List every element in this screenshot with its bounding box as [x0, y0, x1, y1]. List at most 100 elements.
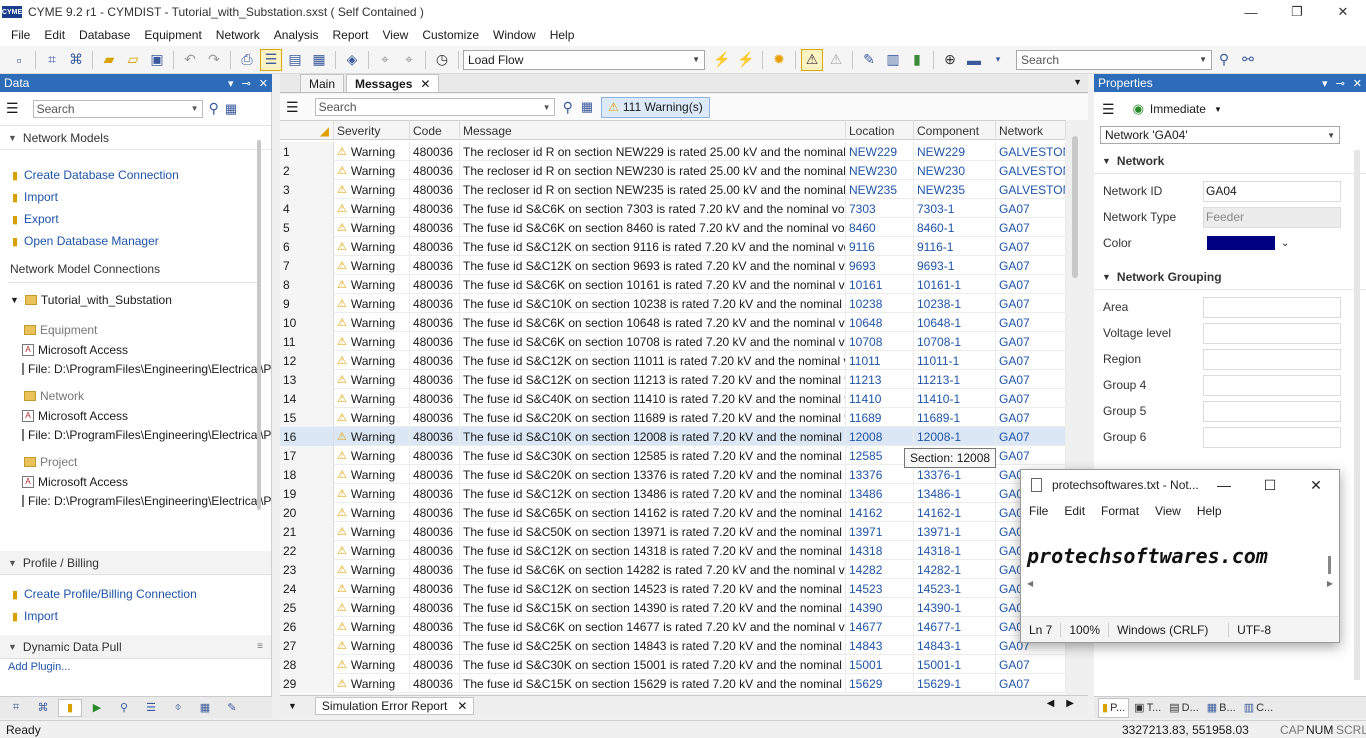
table-row[interactable]: 3 ⚠ Warning 480036 The recloser id R on sect…: [280, 180, 1066, 199]
table-row[interactable]: 25 ⚠ Warning 480036 The fuse id S&C15K on se…: [280, 598, 1066, 617]
data-search-input[interactable]: Search ▼: [32, 99, 203, 118]
table-row[interactable]: 15 ⚠ Warning 480036 The fuse id S&C20K on se…: [280, 408, 1066, 427]
menu-database[interactable]: Database: [72, 24, 137, 46]
cell-component[interactable]: 14390-1: [914, 598, 996, 617]
cell-location[interactable]: NEW229: [846, 142, 914, 161]
tool-a-icon[interactable]: ⌖: [374, 49, 396, 71]
panel-close-icon[interactable]: ✕: [1353, 77, 1362, 90]
scroll-left-icon[interactable]: ◀: [1047, 698, 1055, 709]
table-row[interactable]: 6 ⚠ Warning 480036 The fuse id S&C12K on sec…: [280, 237, 1066, 256]
cell-component[interactable]: 14318-1: [914, 541, 996, 560]
cell-location[interactable]: 14162: [846, 503, 914, 522]
notepad-hscrollbar[interactable]: ◀ ▶: [1021, 574, 1339, 592]
cell-component[interactable]: 7303-1: [914, 199, 996, 218]
advanced-search-icon[interactable]: ▦: [225, 101, 237, 117]
cell-component[interactable]: 11689-1: [914, 408, 996, 427]
cell-location[interactable]: 8460: [846, 218, 914, 237]
menu-network[interactable]: Network: [209, 24, 267, 46]
chat-icon[interactable]: ▦: [308, 49, 330, 71]
binoculars-icon[interactable]: ⚯: [1237, 49, 1259, 71]
properties-scrollbar[interactable]: [1354, 150, 1360, 680]
tab-simulation-error-report[interactable]: Simulation Error Report ✕: [314, 696, 475, 715]
immediate-mode-label[interactable]: Immediate: [1150, 102, 1206, 116]
table-row[interactable]: 12 ⚠ Warning 480036 The fuse id S&C12K on se…: [280, 351, 1066, 370]
column-message[interactable]: Message: [460, 121, 846, 140]
find-icon[interactable]: ⚲: [1213, 49, 1235, 71]
cell-component[interactable]: 14677-1: [914, 617, 996, 636]
cell-location[interactable]: 11410: [846, 389, 914, 408]
search-icon[interactable]: ⚲: [209, 100, 219, 117]
tab-messages[interactable]: Messages ✕: [346, 74, 440, 92]
tab-list-dropdown-icon[interactable]: ▼: [288, 701, 297, 711]
add-plugin-link[interactable]: Add Plugin...: [0, 659, 271, 673]
cell-network[interactable]: GA07: [996, 351, 1066, 370]
table-row[interactable]: 8 ⚠ Warning 480036 The fuse id S&C6K on sect…: [280, 275, 1066, 294]
cell-network[interactable]: GA07: [996, 674, 1066, 693]
tool-tab-icon[interactable]: ✎: [220, 699, 244, 717]
table-row[interactable]: 4 ⚠ Warning 480036 The fuse id S&C6K on sect…: [280, 199, 1066, 218]
warning-filter-button[interactable]: ⚠ 111 Warning(s): [601, 96, 710, 118]
notepad-menu-help[interactable]: Help: [1197, 504, 1222, 518]
cell-location[interactable]: 14677: [846, 617, 914, 636]
table-row[interactable]: 24 ⚠ Warning 480036 The fuse id S&C12K on se…: [280, 579, 1066, 598]
cell-location[interactable]: 14843: [846, 636, 914, 655]
tab-main[interactable]: Main: [300, 74, 345, 92]
table-row[interactable]: 13 ⚠ Warning 480036 The fuse id S&C12K on se…: [280, 370, 1066, 389]
cell-component[interactable]: 9116-1: [914, 237, 996, 256]
cell-network[interactable]: GALVESTON: [996, 161, 1066, 180]
scroll-right-icon[interactable]: ▶: [1327, 579, 1333, 588]
play-tab-icon[interactable]: ▶: [85, 699, 109, 717]
cell-network[interactable]: GA07: [996, 313, 1066, 332]
undo-icon[interactable]: ↶: [179, 49, 201, 71]
table-row[interactable]: 2 ⚠ Warning 480036 The recloser id R on sect…: [280, 161, 1066, 180]
cell-component[interactable]: 11410-1: [914, 389, 996, 408]
list-tab-icon[interactable]: ☰: [139, 699, 163, 717]
cell-location[interactable]: 9693: [846, 256, 914, 275]
report-icon[interactable]: ▤: [284, 49, 306, 71]
column-code[interactable]: Code: [410, 121, 460, 140]
cell-location[interactable]: 11689: [846, 408, 914, 427]
cell-network[interactable]: GA07: [996, 370, 1066, 389]
table-row[interactable]: 11 ⚠ Warning 480036 The fuse id S&C6K on sec…: [280, 332, 1066, 351]
filter-tab-icon[interactable]: ⌽: [166, 699, 190, 717]
cell-network[interactable]: GA07: [996, 256, 1066, 275]
cell-component[interactable]: 11011-1: [914, 351, 996, 370]
open-recent-icon[interactable]: ▱: [122, 49, 144, 71]
cell-component[interactable]: 13971-1: [914, 522, 996, 541]
table-row[interactable]: 28 ⚠ Warning 480036 The fuse id S&C30K on se…: [280, 655, 1066, 674]
menu-window[interactable]: Window: [486, 24, 543, 46]
hamburger-icon[interactable]: ☰: [286, 99, 299, 116]
grid-scrollbar[interactable]: [1072, 136, 1078, 278]
cell-component[interactable]: 14162-1: [914, 503, 996, 522]
advanced-search-icon[interactable]: ▦: [581, 99, 593, 115]
network-models-header[interactable]: ▼ Network Models: [0, 126, 271, 150]
redo-icon[interactable]: ↷: [203, 49, 225, 71]
profile-billing-header[interactable]: ▼ Profile / Billing: [0, 551, 271, 575]
chart-tab-icon[interactable]: ▦: [193, 699, 217, 717]
table-row[interactable]: 14 ⚠ Warning 480036 The fuse id S&C40K on se…: [280, 389, 1066, 408]
dynamic-data-pull-header[interactable]: ▼ Dynamic Data Pull ≡: [0, 635, 271, 659]
messages-search-input[interactable]: Search ▼: [314, 98, 555, 116]
create-database-connection-link[interactable]: ▮ Create Database Connection: [0, 164, 271, 186]
tree-project[interactable]: Project: [0, 451, 271, 473]
clock-icon[interactable]: ◷: [431, 49, 453, 71]
menu-file[interactable]: File: [4, 24, 37, 46]
run-all-lightning-icon[interactable]: ⚡: [735, 49, 757, 71]
table-row[interactable]: 27 ⚠ Warning 480036 The fuse id S&C25K on se…: [280, 636, 1066, 655]
notepad-minimize-button[interactable]: —: [1201, 470, 1247, 500]
save-icon[interactable]: ▣: [146, 49, 168, 71]
data-tab-icon[interactable]: ▮: [58, 698, 82, 717]
search-tab-icon[interactable]: ⚲: [112, 699, 136, 717]
shapes-icon[interactable]: ◈: [341, 49, 363, 71]
tool-b-icon[interactable]: ⌖: [398, 49, 420, 71]
menu-help[interactable]: Help: [543, 24, 582, 46]
cell-location[interactable]: 10238: [846, 294, 914, 313]
cell-network[interactable]: GALVESTON: [996, 180, 1066, 199]
cell-component[interactable]: 12008-1: [914, 427, 996, 446]
menu-equipment[interactable]: Equipment: [137, 24, 208, 46]
scroll-left-icon[interactable]: ◀: [1027, 579, 1033, 588]
cell-network[interactable]: GA07: [996, 199, 1066, 218]
pin-icon[interactable]: ⊸: [242, 77, 251, 90]
cell-component[interactable]: 15001-1: [914, 655, 996, 674]
cell-component[interactable]: 10238-1: [914, 294, 996, 313]
